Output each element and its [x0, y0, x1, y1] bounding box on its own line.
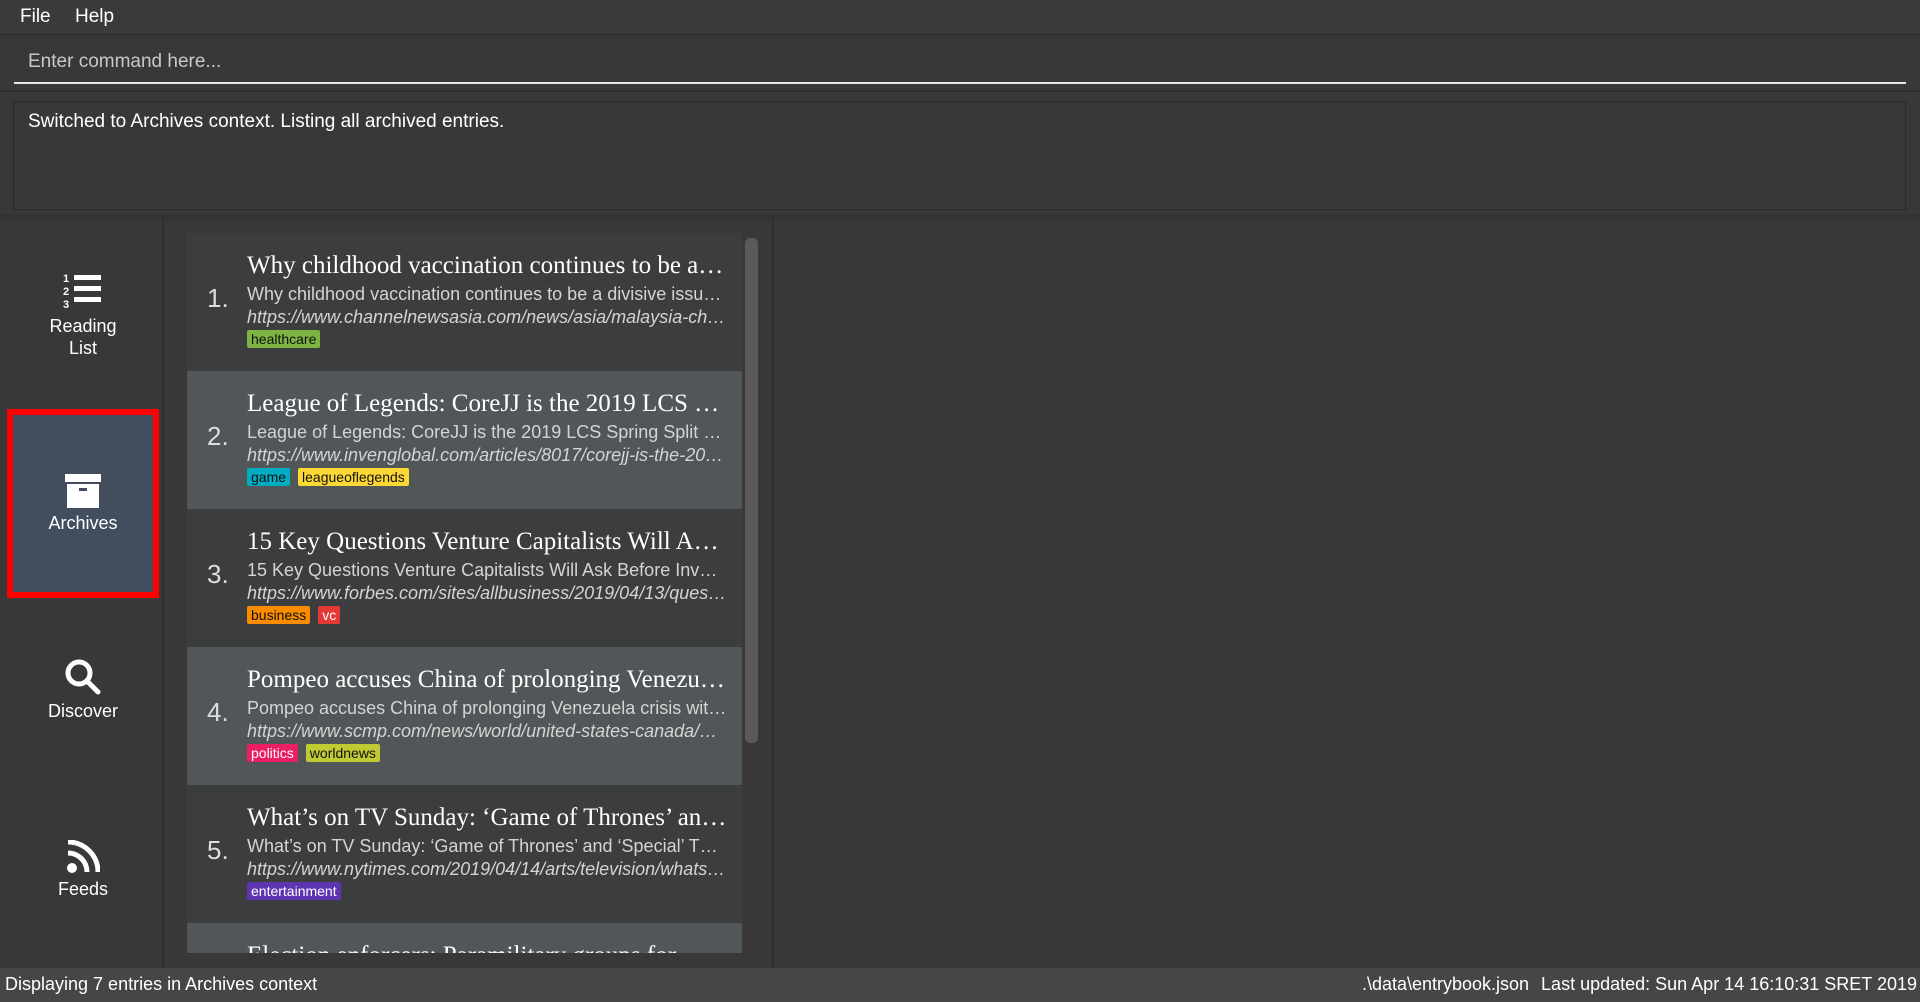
- entry-card[interactable]: 3. 15 Key Questions Venture Capitalists W…: [187, 509, 742, 647]
- sidebar-item-label: Discover: [47, 701, 118, 721]
- sidebar-item-archives[interactable]: Archives: [7, 409, 159, 598]
- tag-badge: leagueoflegends: [298, 468, 409, 486]
- tag-badge: game: [247, 468, 291, 486]
- divider: [0, 214, 1920, 220]
- entry-card[interactable]: 2. League of Legends: CoreJJ is the 2019 …: [187, 371, 742, 509]
- tag-badge: worldnews: [305, 744, 380, 762]
- entry-title: Pompeo accuses China of prolonging Venez…: [247, 666, 727, 693]
- archive-box-icon: [65, 473, 101, 508]
- status-entry-count: Displaying 7 entries in Archives context: [5, 974, 318, 994]
- search-icon: [65, 659, 101, 695]
- entry-url: https://www.invenglobal.com/articles/801…: [247, 445, 727, 465]
- svg-text:1: 1: [63, 273, 69, 285]
- entry-description: What’s on TV Sunday: ‘Game of Thrones’ a…: [247, 836, 727, 856]
- entry-tags: game leagueoflegends: [247, 468, 409, 486]
- sidebar: 123 Reading List Archives Discover Feeds: [0, 220, 164, 968]
- command-input[interactable]: [14, 42, 1906, 84]
- entry-title: 15 Key Questions Venture Capitalists Wil…: [247, 528, 727, 555]
- entry-tags: politics worldnews: [247, 744, 380, 762]
- sidebar-item-label: Reading List: [49, 316, 117, 358]
- command-pane: [0, 36, 1920, 92]
- entry-url: https://www.scmp.com/news/world/united-s…: [247, 721, 727, 741]
- entry-url: https://www.nytimes.com/2019/04/14/arts/…: [247, 859, 727, 879]
- entry-index: 3.: [207, 559, 229, 589]
- tag-badge: healthcare: [247, 330, 321, 348]
- entry-tags: healthcare: [247, 330, 321, 348]
- entry-card[interactable]: 5. What’s on TV Sunday: ‘Game of Thrones’…: [187, 785, 742, 923]
- entry-index: 5.: [207, 835, 229, 865]
- entry-title: Election enforcers: Paramilitary groups …: [247, 941, 727, 953]
- tag-badge: politics: [247, 744, 298, 762]
- entry-url: https://www.channelnewsasia.com/news/asi…: [247, 307, 727, 327]
- entry-card[interactable]: Election enforcers: Paramilitary groups …: [187, 923, 742, 953]
- divider: [772, 220, 774, 968]
- list-scrollbar[interactable]: [745, 238, 758, 743]
- entry-card[interactable]: 4. Pompeo accuses China of prolonging Ven…: [187, 647, 742, 785]
- svg-text:2: 2: [63, 286, 69, 298]
- sidebar-item-label: Feeds: [57, 879, 109, 899]
- status-file-path: .\data\entrybook.json: [1361, 974, 1530, 994]
- rss-icon: [67, 840, 100, 873]
- status-bar: Displaying 7 entries in Archives context…: [0, 968, 1920, 1002]
- entry-tags: business vc: [247, 606, 341, 624]
- sidebar-item-feeds[interactable]: Feeds: [13, 820, 153, 920]
- ordered-list-icon: 123: [63, 273, 101, 311]
- status-last-updated: Last updated: Sun Apr 14 16:10:31 SRET 2…: [1541, 974, 1917, 994]
- menu-bar: File Help: [0, 0, 1920, 35]
- menu-file[interactable]: File: [20, 6, 51, 28]
- entry-description: 15 Key Questions Venture Capitalists Wil…: [247, 560, 727, 580]
- sidebar-item-discover[interactable]: Discover: [13, 640, 153, 740]
- menu-help[interactable]: Help: [75, 6, 114, 28]
- tag-badge: business: [247, 606, 311, 624]
- result-display: Switched to Archives context. Listing al…: [13, 101, 1906, 210]
- tag-badge: vc: [318, 606, 341, 624]
- entry-url: https://www.forbes.com/sites/allbusiness…: [247, 583, 727, 603]
- entry-index: 2.: [207, 421, 229, 451]
- entry-title: League of Legends: CoreJJ is the 2019 LC…: [247, 390, 727, 417]
- entry-description: Why childhood vaccination continues to b…: [247, 284, 727, 304]
- sidebar-item-label: Archives: [48, 512, 118, 533]
- tag-badge: entertainment: [247, 882, 341, 900]
- entry-title: Why childhood vaccination continues to b…: [247, 252, 727, 279]
- entry-description: Pompeo accuses China of prolonging Venez…: [247, 698, 727, 718]
- entry-title: What’s on TV Sunday: ‘Game of Thrones’ a…: [247, 804, 727, 831]
- entry-index: 4.: [207, 697, 229, 727]
- svg-text:3: 3: [63, 299, 69, 311]
- entry-tags: entertainment: [247, 882, 341, 900]
- sidebar-item-reading-list[interactable]: 123 Reading List: [13, 270, 153, 360]
- entry-description: League of Legends: CoreJJ is the 2019 LC…: [247, 422, 727, 442]
- entry-index: 1.: [207, 283, 229, 313]
- entry-card[interactable]: 1. Why childhood vaccination continues to…: [187, 233, 742, 371]
- entry-list: 1. Why childhood vaccination continues to…: [187, 233, 742, 953]
